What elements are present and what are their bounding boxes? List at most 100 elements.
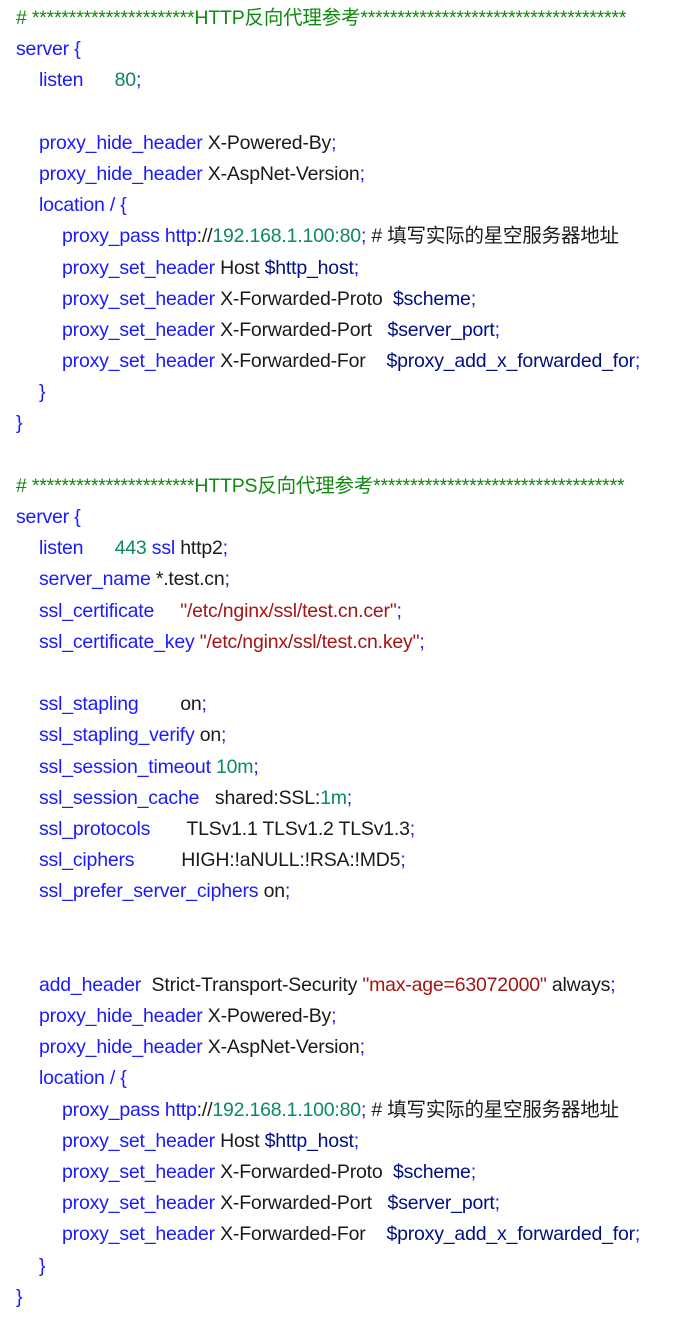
brace-token: } <box>16 412 23 435</box>
keyword-token: listen <box>39 69 84 92</box>
keyword-token: location / { <box>39 194 127 217</box>
string-token: "/etc/nginx/ssl/test.cn.cer" <box>180 599 397 622</box>
semicolon-token: ; <box>331 1005 337 1027</box>
inline-comment-token: # 填写实际的星空服务器地址 <box>366 225 619 248</box>
brace-token: } <box>39 381 46 404</box>
variable-token: $proxy_add_x_forwarded_for <box>386 350 635 373</box>
keyword-token: proxy_set_header <box>62 287 215 310</box>
keyword-token: proxy_set_header <box>62 1129 215 1152</box>
semicolon-token: ; <box>353 1129 359 1152</box>
variable-token: $http_host <box>264 1129 354 1152</box>
code-line: proxy_set_header X-Forwarded-Port $serve… <box>0 315 700 346</box>
code-line: ssl_stapling on; <box>0 689 700 720</box>
number-token: 192.168.1.100:80 <box>212 1098 361 1121</box>
value-token: X-AspNet-Version <box>202 162 360 185</box>
value-token: on <box>258 880 286 903</box>
semicolon-token: ; <box>409 817 415 840</box>
code-line: ssl_session_timeout 10m; <box>0 752 700 783</box>
code-line: } <box>0 377 700 408</box>
code-line: proxy_set_header X-Forwarded-For $proxy_… <box>0 1219 700 1250</box>
semicolon-token: ; <box>359 162 365 185</box>
keyword-token: server { <box>16 506 81 528</box>
keyword-token: proxy_hide_header <box>39 1005 203 1027</box>
code-line: location / { <box>0 190 700 221</box>
variable-token: $server_port <box>387 1192 495 1215</box>
value-token <box>83 537 114 559</box>
keyword-token: location / { <box>39 1067 127 1090</box>
keyword-token: proxy_set_header <box>62 350 215 373</box>
number-token: 80 <box>114 69 136 92</box>
semicolon-token: ; <box>494 318 500 341</box>
value-token <box>83 69 114 91</box>
code-line: proxy_hide_header X-AspNet-Version; <box>0 159 700 190</box>
keyword-token: listen <box>39 537 84 560</box>
semicolon-token: ; <box>470 287 476 310</box>
code-line: proxy_pass http://192.168.1.100:80; # 填写… <box>0 221 700 252</box>
semicolon-token: ; <box>201 693 207 716</box>
code-line: location / { <box>0 1063 700 1094</box>
code-line: } <box>0 408 700 439</box>
code-line: ssl_session_cache shared:SSL:1m; <box>0 783 700 814</box>
code-line: proxy_pass http://192.168.1.100:80; # 填写… <box>0 1095 700 1126</box>
semicolon-token: ; <box>221 724 227 747</box>
code-line: ssl_protocols TLSv1.1 TLSv1.2 TLSv1.3; <box>0 814 700 845</box>
value-token: :// <box>196 225 213 248</box>
number-token: 443 <box>114 537 147 560</box>
value-token: Host <box>214 256 265 279</box>
code-line: } <box>0 1251 700 1282</box>
keyword-token: proxy_set_header <box>62 1223 215 1246</box>
code-line: proxy_set_header X-Forwarded-Proto $sche… <box>0 284 700 315</box>
keyword-token: ssl_stapling <box>39 693 139 716</box>
value-token: X-Forwarded-Proto <box>214 1160 393 1183</box>
keyword-token: ssl_ciphers <box>39 849 135 872</box>
value-token: X-Forwarded-Port <box>214 1192 388 1215</box>
value-token: on <box>138 693 202 716</box>
code-line: listen 80; <box>0 65 700 96</box>
keyword-token: ssl_prefer_server_ciphers <box>39 880 259 903</box>
keyword-token: proxy_set_header <box>62 256 215 279</box>
keyword-token: add_header <box>39 973 142 996</box>
code-line: listen 443 ssl http2; <box>0 533 700 564</box>
number-token: 1m <box>320 786 347 809</box>
code-line: proxy_hide_header X-Powered-By; <box>0 128 700 159</box>
value-token: http2 <box>175 537 223 560</box>
semicolon-token: ; <box>494 1192 500 1215</box>
semicolon-token: ; <box>470 1160 476 1183</box>
variable-token: $server_port <box>387 318 495 341</box>
semicolon-token: ; <box>610 973 616 996</box>
keyword-token: proxy_set_header <box>62 318 215 341</box>
keyword-token: ssl_certificate_key <box>39 630 195 653</box>
code-line: proxy_set_header X-Forwarded-Port $serve… <box>0 1188 700 1219</box>
value-token: X-Forwarded-For <box>214 1223 387 1246</box>
semicolon-token: ; <box>634 1223 641 1246</box>
value-token: HIGH:!aNULL:!RSA:!MD5 <box>134 849 401 872</box>
value-token: always <box>546 973 611 996</box>
semicolon-token: ; <box>634 350 641 373</box>
brace-token: } <box>16 1285 23 1308</box>
keyword-token: server_name <box>39 568 151 591</box>
number-token: 192.168.1.100:80 <box>212 225 361 248</box>
value-token <box>154 600 180 622</box>
keyword-token: proxy_hide_header <box>39 162 203 185</box>
variable-token: $proxy_add_x_forwarded_for <box>386 1223 635 1246</box>
semicolon-token: ; <box>359 1036 365 1059</box>
semicolon-token: ; <box>396 599 402 622</box>
value-token: X-Forwarded-Port <box>214 318 388 341</box>
keyword-token: proxy_pass http <box>62 1098 197 1121</box>
keyword-token: proxy_hide_header <box>39 131 203 154</box>
string-token: "/etc/nginx/ssl/test.cn.key" <box>199 630 420 653</box>
value-token: X-Forwarded-For <box>214 350 387 373</box>
keyword-token: ssl_protocols <box>39 817 151 840</box>
keyword-token: ssl_certificate <box>39 599 155 622</box>
variable-token: $scheme <box>392 287 471 310</box>
brace-token: } <box>39 1254 46 1277</box>
value-token: X-Powered-By <box>202 1005 332 1027</box>
semicolon-token: ; <box>222 537 228 560</box>
value-token: X-Powered-By <box>202 131 332 154</box>
value-token: shared:SSL: <box>199 786 321 809</box>
semicolon-token: ; <box>253 755 259 778</box>
